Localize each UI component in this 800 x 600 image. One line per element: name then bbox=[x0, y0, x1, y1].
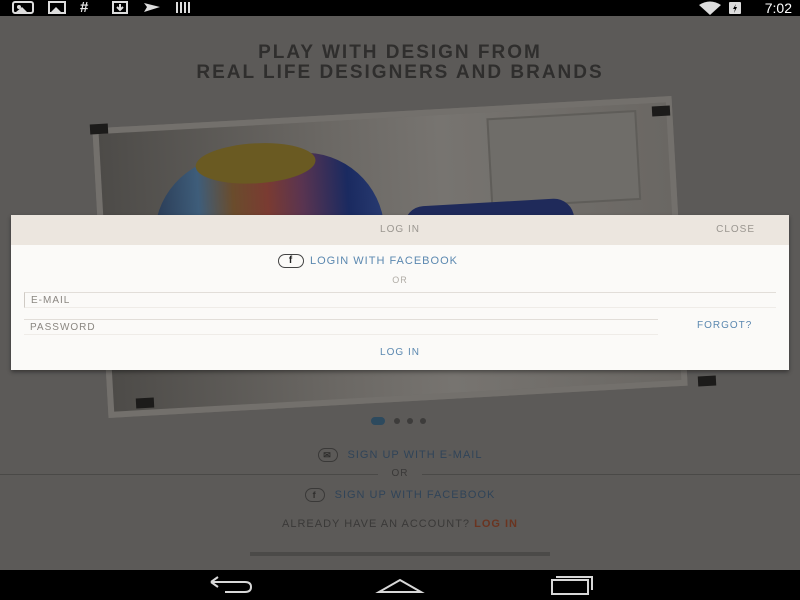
or-separator: OR bbox=[392, 275, 408, 285]
photo-corner bbox=[135, 397, 155, 409]
send-icon bbox=[143, 1, 161, 14]
clock: 7:02 bbox=[764, 0, 792, 16]
wifi-icon bbox=[698, 1, 722, 15]
photo-corner bbox=[697, 375, 717, 387]
login-dialog: LOG IN CLOSE f LOGIN WITH FACEBOOK OR FOR… bbox=[11, 215, 789, 370]
facebook-icon: f bbox=[278, 254, 304, 269]
navigation-bar bbox=[0, 570, 800, 600]
carousel-dot[interactable] bbox=[407, 418, 413, 424]
photo-corner bbox=[89, 123, 109, 135]
battery-icon bbox=[728, 1, 742, 14]
signup-email-label: SIGN UP WITH E-MAIL bbox=[347, 448, 483, 461]
email-field[interactable] bbox=[24, 292, 776, 308]
close-button[interactable]: CLOSE bbox=[716, 215, 755, 245]
password-field[interactable] bbox=[24, 319, 658, 335]
already-have-account: ALREADY HAVE AN ACCOUNT? LOG IN bbox=[0, 518, 800, 530]
login-facebook-label: LOGIN WITH FACEBOOK bbox=[310, 255, 458, 267]
photo-window bbox=[486, 110, 642, 209]
forgot-password-link[interactable]: FORGOT? bbox=[697, 319, 752, 333]
photo-corner bbox=[651, 105, 671, 117]
signup-email-button[interactable]: ✉ SIGN UP WITH E-MAIL bbox=[0, 448, 800, 462]
already-text: ALREADY HAVE AN ACCOUNT? bbox=[282, 518, 471, 530]
mail-icon: ✉ bbox=[317, 448, 338, 462]
signup-facebook-button[interactable]: f SIGN UP WITH FACEBOOK bbox=[0, 488, 800, 502]
hash-icon: # bbox=[80, 0, 89, 16]
headline-line-1: PLAY WITH DESIGN FROM bbox=[258, 42, 542, 63]
carousel-dot[interactable] bbox=[394, 418, 400, 424]
facebook-icon: f bbox=[304, 488, 325, 502]
login-button[interactable]: LOG IN bbox=[11, 347, 789, 358]
terms-fine-print bbox=[0, 550, 800, 559]
or-separator: OR bbox=[391, 468, 409, 479]
headline-line-2: REAL LIFE DESIGNERS AND BRANDS bbox=[196, 62, 604, 83]
signup-facebook-label: SIGN UP WITH FACEBOOK bbox=[334, 488, 496, 501]
dialog-title: LOG IN bbox=[380, 224, 420, 235]
already-login-link[interactable]: LOG IN bbox=[474, 518, 518, 530]
recent-apps-icon[interactable] bbox=[548, 574, 598, 596]
carousel-dot[interactable] bbox=[420, 418, 426, 424]
back-icon[interactable] bbox=[205, 574, 255, 596]
status-bar: # 7:02 bbox=[0, 0, 800, 16]
gallery-icon bbox=[12, 1, 34, 14]
image-icon bbox=[48, 1, 66, 14]
login-facebook-button[interactable]: f LOGIN WITH FACEBOOK bbox=[278, 253, 458, 269]
carousel-dot-active[interactable] bbox=[371, 417, 385, 425]
home-icon[interactable] bbox=[375, 574, 425, 596]
barcode-icon bbox=[175, 1, 191, 14]
download-icon bbox=[112, 1, 128, 14]
